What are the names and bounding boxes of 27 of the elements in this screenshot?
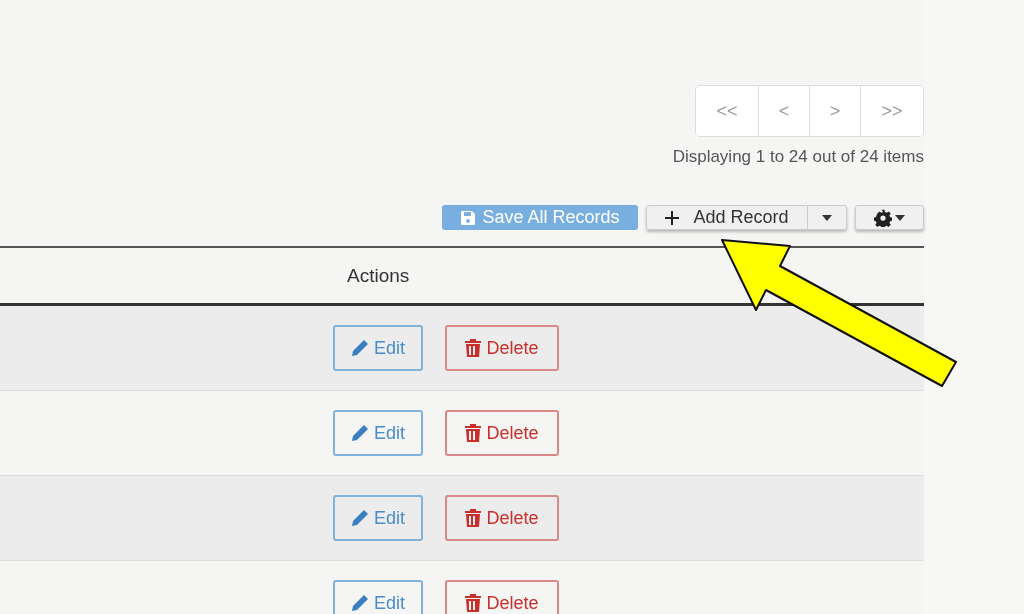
trash-icon — [465, 594, 482, 612]
trash-icon — [465, 424, 482, 442]
edit-button[interactable]: Edit — [333, 495, 423, 541]
add-options-dropdown[interactable] — [808, 205, 847, 230]
delete-button[interactable]: Delete — [445, 325, 559, 371]
plus-icon — [665, 210, 680, 225]
trash-icon — [465, 339, 482, 357]
settings-dropdown[interactable] — [855, 205, 924, 230]
settings-icon — [874, 208, 892, 227]
pencil-icon — [351, 509, 369, 527]
delete-button[interactable]: Delete — [445, 495, 559, 541]
add-record-button[interactable]: Add Record — [646, 205, 808, 230]
trash-icon — [465, 509, 482, 527]
delete-button[interactable]: Delete — [445, 410, 559, 456]
pencil-icon — [351, 339, 369, 357]
pagination-status: Displaying 1 to 24 out of 24 items — [672, 147, 924, 167]
pager-button[interactable]: >> — [860, 86, 923, 136]
edit-button[interactable]: Edit — [333, 325, 423, 371]
edit-button[interactable]: Edit — [333, 410, 423, 456]
pencil-icon — [351, 594, 369, 612]
save-all-records-button[interactable]: Save All Records — [442, 205, 638, 230]
pencil-icon — [351, 424, 369, 442]
caret-down-icon — [895, 214, 905, 221]
edit-button[interactable]: Edit — [333, 580, 423, 614]
caret-down-icon — [822, 214, 832, 221]
delete-button[interactable]: Delete — [445, 580, 559, 614]
column-header: Actions — [347, 264, 410, 287]
